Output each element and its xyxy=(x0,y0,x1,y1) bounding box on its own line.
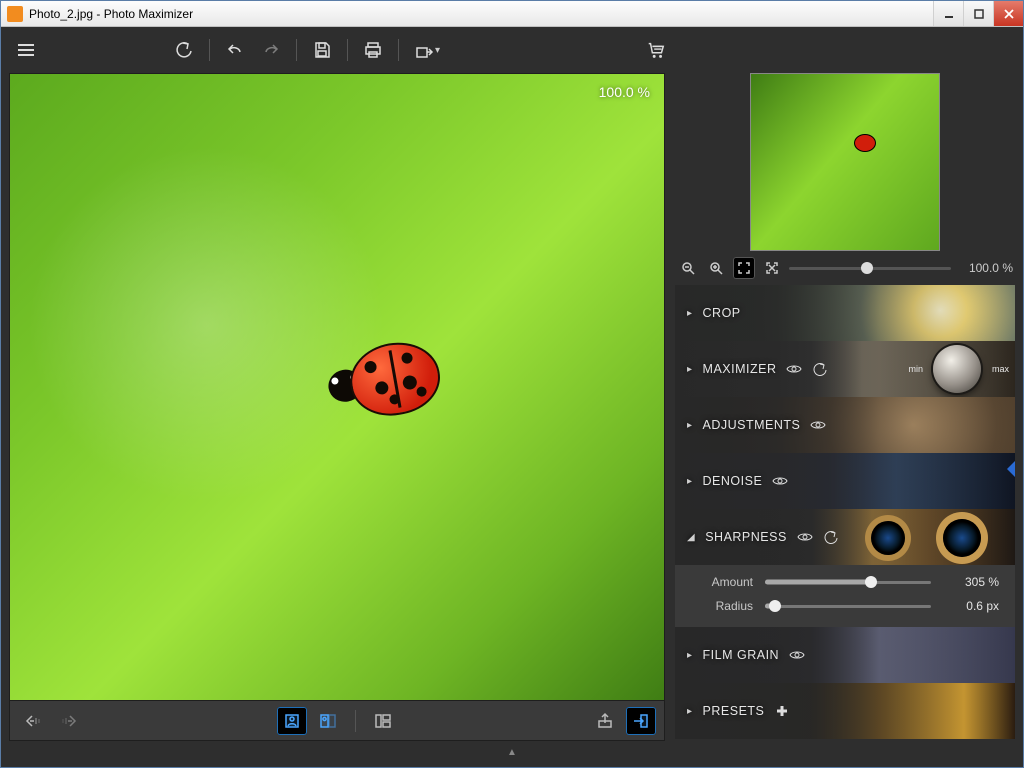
panel-sharpness-body: Amount 305 % Radius 0.6 px xyxy=(675,565,1015,627)
zoom-slider[interactable] xyxy=(789,267,951,270)
window-title: Photo_2.jpg - Photo Maximizer xyxy=(29,7,933,21)
navigator-preview[interactable] xyxy=(750,73,940,251)
close-button[interactable] xyxy=(993,1,1023,26)
eye-icon[interactable] xyxy=(797,529,813,545)
view-single-button[interactable] xyxy=(277,707,307,735)
panel-label: CROP xyxy=(703,306,741,320)
title-bar: Photo_2.jpg - Photo Maximizer xyxy=(1,1,1023,27)
revert-button[interactable] xyxy=(167,35,201,65)
side-panel: 100.0 % ▸CROP min max ▸MAXIMIZER xyxy=(675,73,1015,741)
eye-icon[interactable] xyxy=(789,647,805,663)
navigator-zoom-row: 100.0 % xyxy=(675,257,1015,279)
app-window: Photo_2.jpg - Photo Maximizer ▾ xyxy=(0,0,1024,768)
panel-filmgrain[interactable]: ▸ FILM GRAIN xyxy=(675,627,1015,683)
expand-icon: ▸ xyxy=(687,308,693,319)
panel-adjustments[interactable]: ▸ ADJUSTMENTS xyxy=(675,397,1015,453)
panel-maximizer[interactable]: min max ▸MAXIMIZER xyxy=(675,341,1015,397)
top-toolbar: ▾ xyxy=(9,33,1015,67)
add-icon[interactable] xyxy=(774,703,790,719)
panel-label: MAXIMIZER xyxy=(703,362,777,376)
actual-size-button[interactable] xyxy=(761,257,783,279)
bottom-toolbar xyxy=(9,701,665,741)
expand-icon: ▸ xyxy=(687,364,693,375)
reset-icon[interactable] xyxy=(823,529,839,545)
eye-icon[interactable] xyxy=(786,361,802,377)
prev-image-button[interactable] xyxy=(18,707,48,735)
share-chevron-icon: ▾ xyxy=(435,45,440,56)
slider-label: Radius xyxy=(691,599,753,613)
eye-icon[interactable] xyxy=(810,417,826,433)
app-icon xyxy=(7,6,23,22)
reset-icon[interactable] xyxy=(812,361,828,377)
sharpness-amount-row: Amount 305 % xyxy=(691,575,999,589)
panel-presets[interactable]: ▸ PRESETS xyxy=(675,683,1015,739)
undo-button[interactable] xyxy=(218,35,252,65)
panels-accordion: ▸CROP min max ▸MAXIMIZER ▸ xyxy=(675,285,1015,741)
collapse-icon: ◢ xyxy=(687,532,695,543)
app-chrome: ▾ xyxy=(1,27,1023,767)
export-up-button[interactable] xyxy=(590,707,620,735)
fit-screen-button[interactable] xyxy=(733,257,755,279)
expand-icon: ▸ xyxy=(687,420,693,431)
sharpness-radius-value: 0.6 px xyxy=(943,599,999,613)
panel-label: PRESETS xyxy=(703,704,765,718)
canvas-zoom-label: 100.0 % xyxy=(599,84,650,100)
panel-label: FILM GRAIN xyxy=(703,648,780,662)
zoom-value: 100.0 % xyxy=(957,261,1013,275)
expand-icon: ▸ xyxy=(687,476,693,487)
redo-button[interactable] xyxy=(254,35,288,65)
layout-toggle-button[interactable] xyxy=(368,707,398,735)
cart-button[interactable] xyxy=(639,35,673,65)
sharpness-amount-value: 305 % xyxy=(943,575,999,589)
panel-label: DENOISE xyxy=(703,474,763,488)
expand-icon: ▸ xyxy=(687,650,693,661)
print-button[interactable] xyxy=(356,35,390,65)
image-canvas[interactable]: 100.0 % xyxy=(9,73,665,701)
slider-label: Amount xyxy=(691,575,753,589)
view-compare-button[interactable] xyxy=(313,707,343,735)
save-button[interactable] xyxy=(305,35,339,65)
panel-label: ADJUSTMENTS xyxy=(703,418,801,432)
footer-expand-icon[interactable]: ▲ xyxy=(9,747,1015,757)
panel-label: SHARPNESS xyxy=(705,530,787,544)
expand-icon: ▸ xyxy=(687,706,693,717)
sharpness-radius-slider[interactable] xyxy=(765,605,931,608)
zoom-out-button[interactable] xyxy=(677,257,699,279)
zoom-in-button[interactable] xyxy=(705,257,727,279)
next-image-button[interactable] xyxy=(54,707,84,735)
panel-crop[interactable]: ▸ CROP xyxy=(675,285,1015,341)
menu-button[interactable] xyxy=(9,35,43,65)
panel-sharpness[interactable]: ◢ SHARPNESS xyxy=(675,509,1015,565)
sharpness-amount-slider[interactable] xyxy=(765,581,931,584)
minimize-button[interactable] xyxy=(933,1,963,26)
eye-icon[interactable] xyxy=(772,473,788,489)
sharpness-radius-row: Radius 0.6 px xyxy=(691,599,999,613)
maximize-button[interactable] xyxy=(963,1,993,26)
import-right-button[interactable] xyxy=(626,707,656,735)
panel-denoise[interactable]: ▸ DENOISE xyxy=(675,453,1015,509)
